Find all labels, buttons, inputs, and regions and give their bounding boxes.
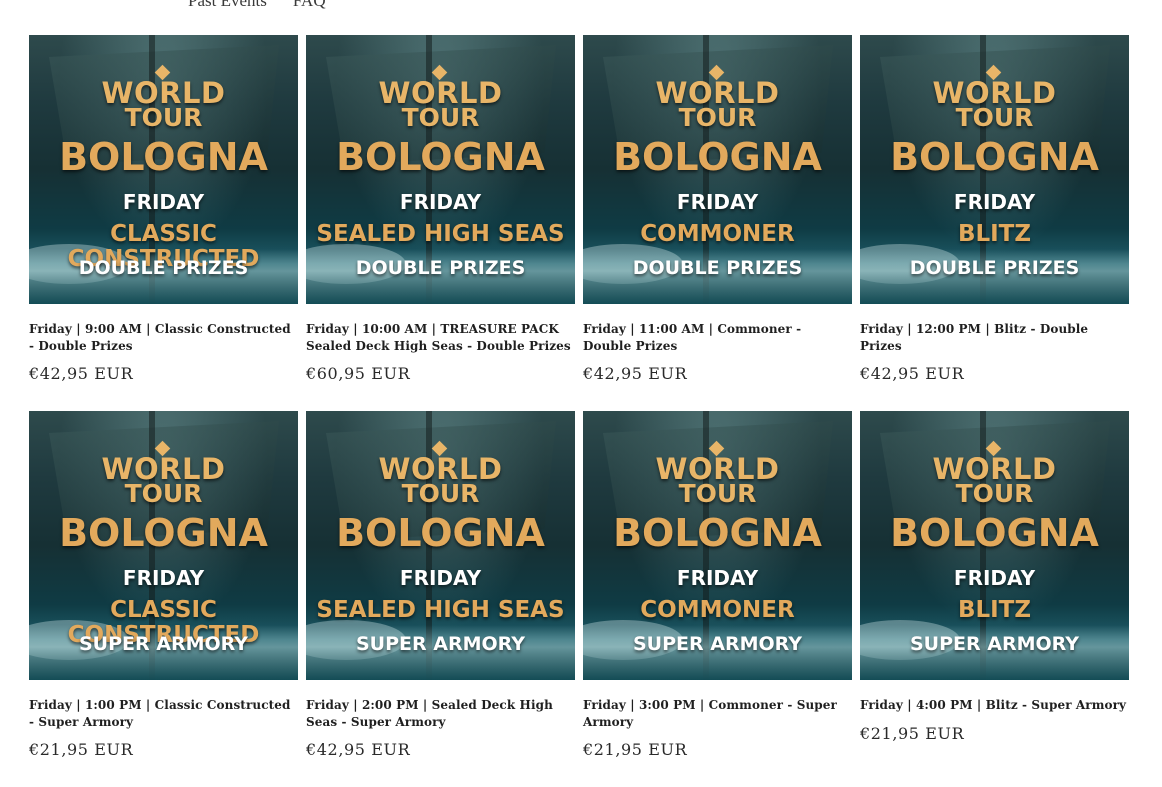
product-image[interactable]: WORLD TOUR BOLOGNA FRIDAY CLASSIC CONSTR… xyxy=(29,35,298,304)
poster-day: FRIDAY xyxy=(953,566,1036,590)
poster-format: BLITZ xyxy=(957,597,1032,623)
poster-city: BOLOGNA xyxy=(336,511,545,555)
poster-city: BOLOGNA xyxy=(59,135,268,179)
product-card[interactable]: WORLD TOUR BOLOGNA FRIDAY COMMONER DOUBL… xyxy=(583,35,852,383)
product-card[interactable]: WORLD TOUR BOLOGNA FRIDAY CLASSIC CONSTR… xyxy=(29,411,298,759)
nav-link-past-events[interactable]: Past Events xyxy=(188,0,267,11)
poster-brand-line2: TOUR xyxy=(401,103,480,132)
product-price: €42,95 EUR xyxy=(860,364,965,383)
poster-tag: DOUBLE PRIZES xyxy=(632,257,803,279)
poster-brand-line2: TOUR xyxy=(124,479,203,508)
poster-tag: SUPER ARMORY xyxy=(909,633,1079,655)
product-price: €42,95 EUR xyxy=(306,740,411,759)
poster-tag: DOUBLE PRIZES xyxy=(909,257,1080,279)
product-price: €42,95 EUR xyxy=(29,364,134,383)
product-price: €60,95 EUR xyxy=(306,364,411,383)
product-title[interactable]: Friday | 10:00 AM | TREASURE PACK Sealed… xyxy=(306,321,575,354)
product-image[interactable]: WORLD TOUR BOLOGNA FRIDAY BLITZ DOUBLE P… xyxy=(860,35,1129,304)
product-card[interactable]: WORLD TOUR BOLOGNA FRIDAY CLASSIC CONSTR… xyxy=(29,35,298,383)
product-image[interactable]: WORLD TOUR BOLOGNA FRIDAY BLITZ SUPER AR… xyxy=(860,411,1129,680)
poster-day: FRIDAY xyxy=(399,190,482,214)
poster-day: FRIDAY xyxy=(399,566,482,590)
product-image[interactable]: WORLD TOUR BOLOGNA FRIDAY COMMONER SUPER… xyxy=(583,411,852,680)
product-title[interactable]: Friday | 2:00 PM | Sealed Deck High Seas… xyxy=(306,697,575,730)
poster-day: FRIDAY xyxy=(676,566,759,590)
product-price: €21,95 EUR xyxy=(860,723,965,743)
poster-format: COMMONER xyxy=(640,597,795,623)
product-title[interactable]: Friday | 12:00 PM | Blitz - Double Prize… xyxy=(860,321,1129,354)
poster-brand-line2: TOUR xyxy=(678,479,757,508)
product-row: WORLD TOUR BOLOGNA FRIDAY CLASSIC CONSTR… xyxy=(29,411,1129,787)
product-card[interactable]: WORLD TOUR BOLOGNA FRIDAY SEALED HIGH SE… xyxy=(306,35,575,383)
poster-format: SEALED HIGH SEAS xyxy=(316,597,565,623)
poster-city: BOLOGNA xyxy=(613,511,822,555)
poster-day: FRIDAY xyxy=(953,190,1036,214)
poster-day: FRIDAY xyxy=(122,190,205,214)
product-title[interactable]: Friday | 4:00 PM | Blitz - Super Armory xyxy=(860,697,1129,714)
product-title[interactable]: Friday | 1:00 PM | Classic Constructed -… xyxy=(29,697,298,730)
product-card[interactable]: WORLD TOUR BOLOGNA FRIDAY COMMONER SUPER… xyxy=(583,411,852,759)
poster-tag: SUPER ARMORY xyxy=(632,633,802,655)
product-image[interactable]: WORLD TOUR BOLOGNA FRIDAY CLASSIC CONSTR… xyxy=(29,411,298,680)
poster-city: BOLOGNA xyxy=(890,511,1099,555)
poster-brand-line2: TOUR xyxy=(955,479,1034,508)
product-title[interactable]: Friday | 9:00 AM | Classic Constructed -… xyxy=(29,321,298,354)
poster-brand-line2: TOUR xyxy=(401,479,480,508)
poster-day: FRIDAY xyxy=(122,566,205,590)
poster-city: BOLOGNA xyxy=(336,135,545,179)
product-image[interactable]: WORLD TOUR BOLOGNA FRIDAY SEALED HIGH SE… xyxy=(306,411,575,680)
poster-city: BOLOGNA xyxy=(59,511,268,555)
poster-tag: DOUBLE PRIZES xyxy=(78,257,249,279)
poster-tag: DOUBLE PRIZES xyxy=(355,257,526,279)
poster-city: BOLOGNA xyxy=(890,135,1099,179)
product-card[interactable]: WORLD TOUR BOLOGNA FRIDAY BLITZ DOUBLE P… xyxy=(860,35,1129,383)
top-nav: Past Events FAQ xyxy=(188,0,326,11)
product-image[interactable]: WORLD TOUR BOLOGNA FRIDAY COMMONER DOUBL… xyxy=(583,35,852,304)
poster-brand-line2: TOUR xyxy=(955,103,1034,132)
poster-format: SEALED HIGH SEAS xyxy=(316,221,565,247)
poster-day: FRIDAY xyxy=(676,190,759,214)
poster-format: BLITZ xyxy=(957,221,1032,247)
product-card[interactable]: WORLD TOUR BOLOGNA FRIDAY SEALED HIGH SE… xyxy=(306,411,575,759)
product-price: €42,95 EUR xyxy=(583,364,688,383)
poster-city: BOLOGNA xyxy=(613,135,822,179)
poster-format: COMMONER xyxy=(640,221,795,247)
product-title[interactable]: Friday | 3:00 PM | Commoner - Super Armo… xyxy=(583,697,852,730)
product-row: WORLD TOUR BOLOGNA FRIDAY CLASSIC CONSTR… xyxy=(29,35,1129,411)
product-image[interactable]: WORLD TOUR BOLOGNA FRIDAY SEALED HIGH SE… xyxy=(306,35,575,304)
product-title[interactable]: Friday | 11:00 AM | Commoner - Double Pr… xyxy=(583,321,852,354)
nav-link-faq[interactable]: FAQ xyxy=(293,0,326,11)
product-price: €21,95 EUR xyxy=(583,740,688,759)
poster-tag: SUPER ARMORY xyxy=(355,633,525,655)
product-price: €21,95 EUR xyxy=(29,740,134,759)
product-card[interactable]: WORLD TOUR BOLOGNA FRIDAY BLITZ SUPER AR… xyxy=(860,411,1129,743)
poster-brand-line2: TOUR xyxy=(678,103,757,132)
poster-tag: SUPER ARMORY xyxy=(78,633,248,655)
poster-brand-line2: TOUR xyxy=(124,103,203,132)
product-grid: WORLD TOUR BOLOGNA FRIDAY CLASSIC CONSTR… xyxy=(29,35,1129,787)
